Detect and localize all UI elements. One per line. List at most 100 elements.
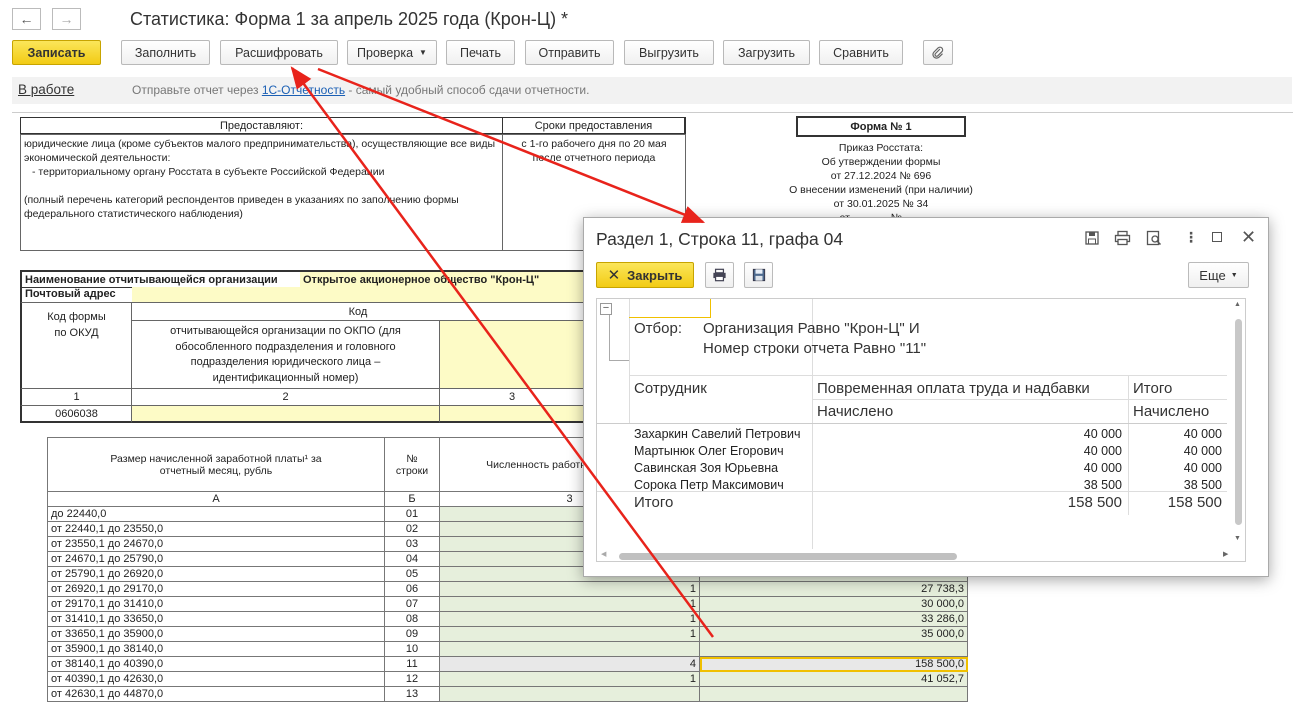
line-number-cell: 04 xyxy=(384,551,440,567)
close-icon[interactable]: ✕ xyxy=(1241,227,1256,248)
print-icon[interactable] xyxy=(1114,230,1131,246)
salary-sum-cell[interactable]: 158 500,0 xyxy=(699,656,968,672)
code-value[interactable] xyxy=(439,405,585,423)
letter-a: А xyxy=(47,491,385,507)
export-button[interactable]: Выгрузить xyxy=(624,40,714,65)
employee-count-cell[interactable] xyxy=(439,641,700,657)
dialog-save-button[interactable] xyxy=(744,262,773,288)
scroll-down-icon[interactable]: ▼ xyxy=(1234,535,1241,542)
decode-report: − Отбор: Организация Равно "Крон-Ц" И Но… xyxy=(596,298,1246,562)
employee-count-cell[interactable]: 4 xyxy=(439,656,700,672)
close-button[interactable]: ✕ Закрыть xyxy=(596,262,694,288)
code-header: Код xyxy=(131,302,585,321)
info-message-end: - самый удобный способ сдачи отчетности. xyxy=(345,83,590,97)
fill-button[interactable]: Заполнить xyxy=(121,40,210,65)
more-vertical-icon[interactable]: ⋮ xyxy=(1184,229,1198,246)
check-button[interactable]: Проверка ▼ xyxy=(347,40,437,65)
vertical-scrollbar[interactable] xyxy=(1235,319,1242,525)
arrow-left-icon: ← xyxy=(19,11,34,27)
employee-pay: 40 000 xyxy=(1083,444,1122,458)
deadline-header: Сроки предоставления xyxy=(502,117,686,135)
salary-range-cell: от 24670,1 до 25790,0 xyxy=(47,551,385,567)
salary-sum-cell[interactable]: 33 286,0 xyxy=(699,611,968,627)
table-row: от 42630,1 до 44870,0 13 xyxy=(47,686,968,702)
salary-sum-cell[interactable] xyxy=(699,686,968,702)
employee-count-cell[interactable]: 1 xyxy=(439,626,700,642)
okpo-value[interactable] xyxy=(131,405,440,423)
compare-button[interactable]: Сравнить xyxy=(819,40,903,65)
grid-line xyxy=(1128,375,1129,515)
employee-pay: 40 000 xyxy=(1083,427,1122,441)
attach-button[interactable] xyxy=(923,40,953,65)
grid-line xyxy=(812,399,1227,400)
employee-total: 38 500 xyxy=(1183,478,1222,492)
salary-sum-cell[interactable]: 27 738,3 xyxy=(699,581,968,597)
employee-name: Сорока Петр Максимович xyxy=(634,478,784,492)
employee-total: 40 000 xyxy=(1183,427,1222,441)
provide-text-3: (полный перечень категорий респондентов … xyxy=(24,194,459,220)
table-row: от 35900,1 до 38140,0 10 xyxy=(47,641,968,657)
scroll-up-icon[interactable]: ▲ xyxy=(1234,301,1241,308)
import-button[interactable]: Загрузить xyxy=(723,40,810,65)
subheader-accrued-pay: Начислено xyxy=(817,403,894,420)
print-icon xyxy=(713,268,726,282)
dialog-print-button[interactable] xyxy=(705,262,734,288)
salary-range-cell: до 22440,0 xyxy=(47,506,385,522)
order-info: Приказ Росстата: Об утверждении формы от… xyxy=(766,141,996,225)
employee-count-cell[interactable] xyxy=(439,686,700,702)
employee-count-cell[interactable]: 1 xyxy=(439,581,700,597)
column-pay: Повременная оплата труда и надбавки xyxy=(817,380,1090,397)
maximize-icon[interactable] xyxy=(1212,232,1222,242)
grid-line xyxy=(597,423,1227,424)
line-number-cell: 08 xyxy=(384,611,440,627)
employee-count-cell[interactable]: 1 xyxy=(439,671,700,687)
salary-range-cell: от 22440,1 до 23550,0 xyxy=(47,521,385,537)
okpo-label: отчитывающейся организации по ОКПО (для … xyxy=(131,320,440,389)
save-button[interactable]: Записать xyxy=(12,40,101,65)
okud-label: Код формы по ОКУД xyxy=(20,302,132,389)
collapse-icon[interactable]: − xyxy=(600,303,612,315)
address-value[interactable] xyxy=(132,287,585,303)
filter-line-1: Организация Равно "Крон-Ц" И xyxy=(703,320,920,337)
employee-count-cell[interactable]: 1 xyxy=(439,596,700,612)
column-total: Итого xyxy=(1133,380,1173,397)
salary-range-cell: от 29170,1 до 31410,0 xyxy=(47,596,385,612)
salary-sum-cell[interactable] xyxy=(699,641,968,657)
more-button[interactable]: Еще ▼ xyxy=(1188,262,1249,288)
employee-name: Савинская Зоя Юрьевна xyxy=(634,461,779,475)
salary-range-cell: от 26920,1 до 29170,0 xyxy=(47,581,385,597)
employee-count-cell[interactable]: 1 xyxy=(439,611,700,627)
scroll-left-icon[interactable]: ◀ xyxy=(601,550,606,558)
save-icon[interactable] xyxy=(1084,230,1100,246)
close-x-icon: ✕ xyxy=(607,267,621,284)
line-number-cell: 09 xyxy=(384,626,440,642)
print-button[interactable]: Печать xyxy=(446,40,515,65)
send-button[interactable]: Отправить xyxy=(525,40,614,65)
salary-sum-cell[interactable]: 35 000,0 xyxy=(699,626,968,642)
employee-name: Захаркин Савелий Петрович xyxy=(634,427,801,441)
org-value[interactable]: Открытое акционерное общество "Крон-Ц" xyxy=(300,270,585,288)
forward-button[interactable]: → xyxy=(52,8,81,30)
status-link[interactable]: В работе xyxy=(18,82,74,97)
header-salary-range: Размер начисленной заработной платы¹ за … xyxy=(47,437,385,492)
okud-value: 0606038 xyxy=(20,405,132,423)
order-line-4: О внесении изменений (при наличии) xyxy=(789,184,973,196)
arrow-right-icon: → xyxy=(59,11,74,27)
decode-dialog: Раздел 1, Строка 11, графа 04 ⋮ ✕ ✕ Закр… xyxy=(583,217,1269,577)
salary-sum-cell[interactable]: 41 052,7 xyxy=(699,671,968,687)
line-number-cell: 12 xyxy=(384,671,440,687)
horizontal-scrollbar[interactable] xyxy=(619,553,957,560)
preview-icon[interactable] xyxy=(1146,230,1162,246)
employee-name: Мартынюк Олег Егорович xyxy=(634,444,784,458)
form-number: Форма № 1 xyxy=(796,116,966,137)
total-label: Итого xyxy=(634,494,674,511)
decode-button[interactable]: Расшифровать xyxy=(220,40,338,65)
reporting-service-link[interactable]: 1С-Отчетность xyxy=(262,83,345,97)
check-label: Проверка xyxy=(357,45,414,60)
scroll-right-icon[interactable]: ▶ xyxy=(1223,550,1228,558)
table-row: от 26920,1 до 29170,0 06 1 27 738,3 xyxy=(47,581,968,597)
back-button[interactable]: ← xyxy=(12,8,41,30)
line-number-cell: 06 xyxy=(384,581,440,597)
filter-label: Отбор: xyxy=(634,320,682,337)
salary-sum-cell[interactable]: 30 000,0 xyxy=(699,596,968,612)
